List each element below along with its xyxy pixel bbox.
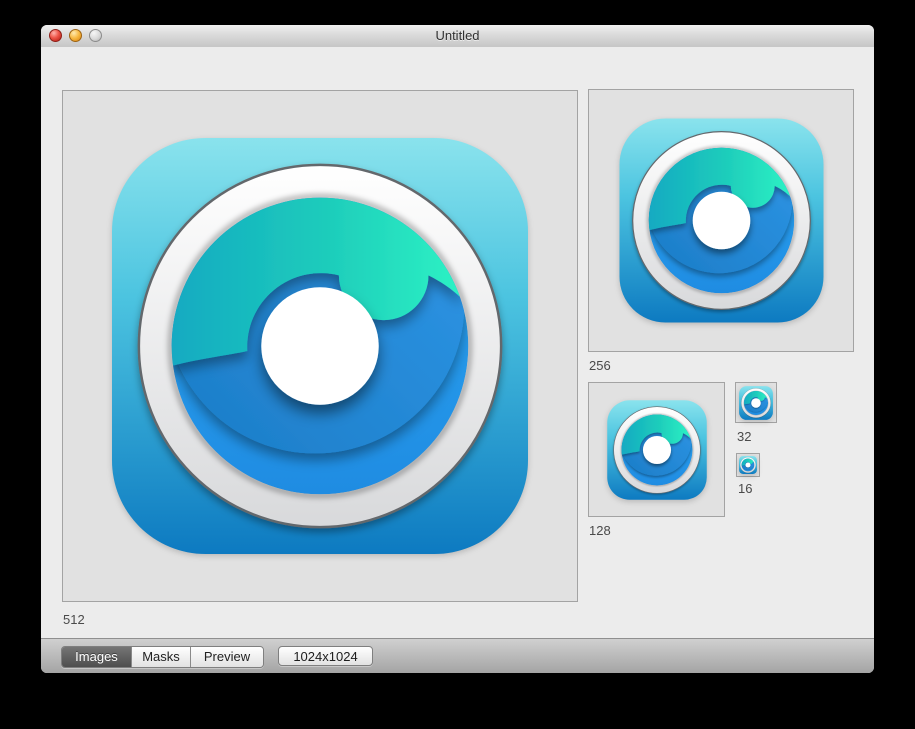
size-label-256: 256	[589, 358, 611, 373]
size-label-128: 128	[589, 523, 611, 538]
size-1024-button[interactable]: 1024x1024	[278, 646, 373, 666]
title-bar: Untitled	[41, 25, 874, 48]
app-icon-preview-512	[111, 137, 529, 555]
view-segmented-control: Images Masks Preview	[61, 646, 264, 668]
size-label-32: 32	[737, 429, 751, 444]
app-icon-preview-32	[739, 386, 773, 420]
app-icon-preview-256	[619, 118, 824, 323]
size-label-16: 16	[738, 481, 752, 496]
image-well-32[interactable]	[735, 382, 777, 423]
app-icon-preview-16	[739, 456, 757, 474]
tab-preview[interactable]: Preview	[191, 647, 263, 667]
app-icon-preview-128	[607, 400, 707, 500]
image-well-512[interactable]	[62, 90, 578, 602]
size-label-512: 512	[63, 612, 85, 627]
image-well-16[interactable]	[736, 453, 760, 477]
image-well-128[interactable]	[588, 382, 725, 517]
image-well-256[interactable]	[588, 89, 854, 352]
bottom-toolbar: Images Masks Preview 1024x1024	[41, 638, 874, 673]
content-area: 512 256 128 32 16	[41, 47, 874, 638]
tab-masks[interactable]: Masks	[132, 647, 191, 667]
app-window: Untitled 512 256 128 32 16 Images Masks …	[41, 25, 874, 673]
tab-images[interactable]: Images	[62, 647, 132, 667]
window-title: Untitled	[41, 25, 874, 47]
